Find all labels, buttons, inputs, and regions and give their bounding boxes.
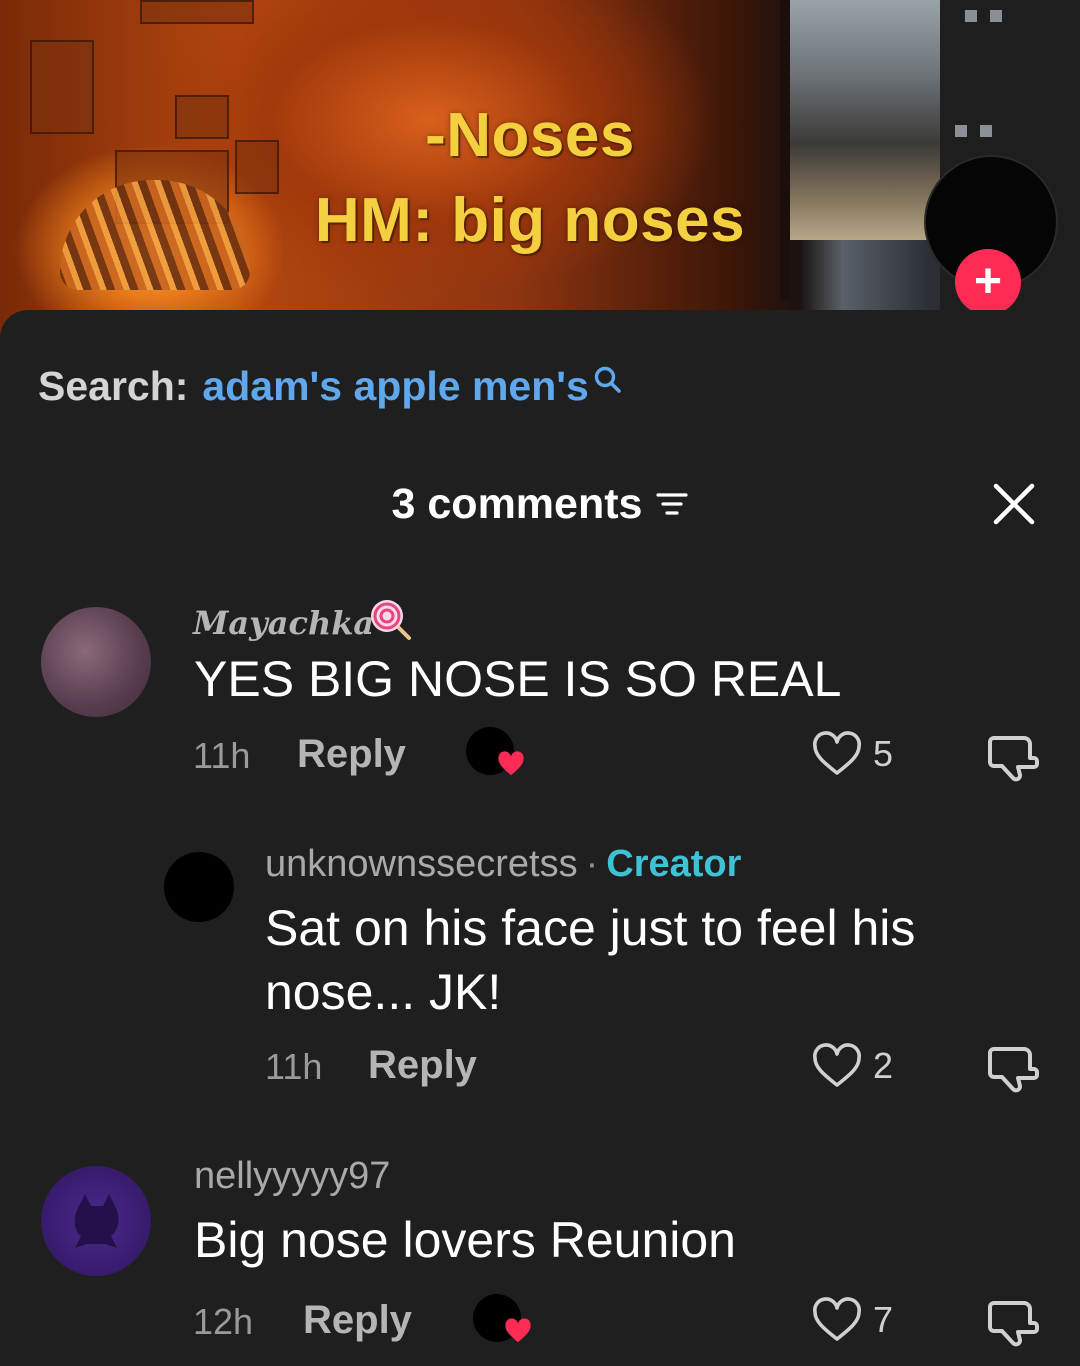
reply-button[interactable]: Reply: [297, 732, 406, 777]
comment-text: Sat on his face just to feel his nose...…: [265, 900, 916, 1020]
dislike-icon[interactable]: [986, 732, 1040, 782]
dislike-icon[interactable]: [986, 1043, 1040, 1093]
heart-icon: [498, 751, 524, 776]
comment-timestamp: 11h: [265, 1046, 323, 1087]
creator-badge: Creator: [606, 843, 742, 885]
follow-button[interactable]: +: [955, 249, 1021, 315]
comment-username[interactable]: nellyyyyy97: [194, 1155, 390, 1198]
video-background[interactable]: -Noses HM: big noses: [0, 0, 1080, 340]
comment-text: Big nose lovers Reunion: [194, 1212, 736, 1268]
search-suggestion[interactable]: Search: adam's apple men's: [38, 362, 623, 410]
like-button[interactable]: 7: [811, 1296, 893, 1344]
comments-count: 3 comments: [391, 479, 643, 528]
close-icon[interactable]: [992, 482, 1036, 526]
video-caption-line-2: HM: big noses: [314, 186, 746, 255]
comment-username[interactable]: unknownssecretss: [265, 843, 578, 885]
wall-poster: [140, 0, 254, 24]
comments-header: 3 comments: [0, 476, 1080, 532]
reply-button[interactable]: Reply: [368, 1043, 477, 1088]
like-count: 2: [873, 1045, 894, 1086]
avatar-nellyyyyy97[interactable]: [41, 1166, 151, 1276]
creator-liked-avatar: [473, 1294, 531, 1343]
cat-icon: [74, 1194, 119, 1248]
plus-icon: +: [973, 255, 1003, 308]
heart-icon: [505, 1318, 531, 1343]
avatar-mayachka[interactable]: [41, 607, 151, 717]
reply-button[interactable]: Reply: [303, 1298, 412, 1343]
like-button[interactable]: 2: [811, 1042, 893, 1090]
comment-timestamp: 11h: [193, 735, 251, 776]
lollipop-icon: [371, 600, 411, 640]
reply-username-row: unknownssecretss · Creator: [265, 843, 741, 886]
sort-icon[interactable]: [656, 490, 689, 518]
creator-liked-avatar: [466, 727, 524, 776]
heart-outline-icon: [812, 1297, 862, 1341]
comment-text: YES BIG NOSE IS SO REAL: [194, 651, 842, 707]
comment-username[interactable]: Mayachka: [193, 604, 374, 642]
like-button[interactable]: 5: [811, 730, 893, 778]
search-query-link[interactable]: adam's apple men's: [202, 362, 588, 410]
search-icon: [594, 366, 621, 393]
separator-dot: ·: [585, 843, 599, 885]
dislike-icon[interactable]: [986, 1297, 1040, 1347]
heart-outline-icon: [812, 731, 862, 775]
comment-timestamp: 12h: [193, 1301, 254, 1342]
avatar-creator-reply[interactable]: [164, 852, 234, 922]
heart-outline-icon: [812, 1043, 862, 1087]
search-label: Search:: [38, 363, 189, 409]
like-count: 5: [873, 733, 894, 774]
video-caption-line-1: -Noses: [425, 101, 635, 170]
like-count: 7: [873, 1299, 894, 1340]
